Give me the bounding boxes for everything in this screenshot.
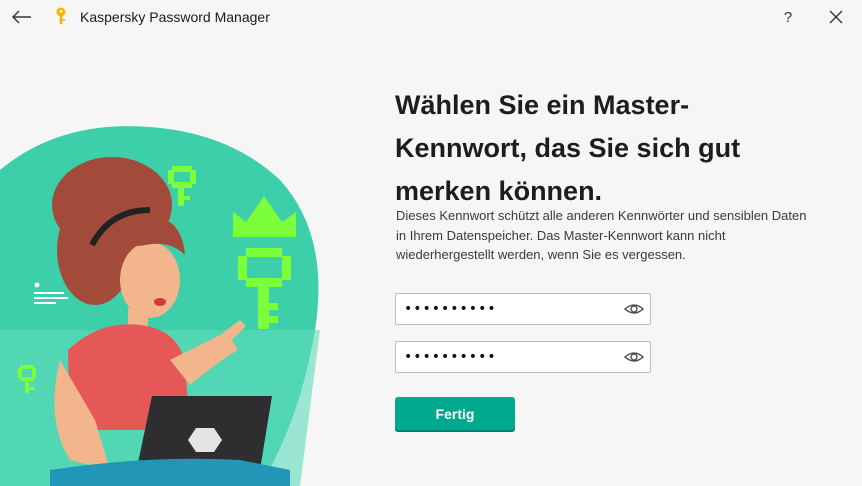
- confirm-password-field[interactable]: [395, 341, 651, 373]
- help-button[interactable]: ?: [776, 5, 800, 29]
- close-button[interactable]: [824, 5, 848, 29]
- show-confirm-password-button[interactable]: [624, 348, 644, 366]
- page-description: Dieses Kennwort schützt alle anderen Ken…: [396, 208, 807, 262]
- close-icon: [829, 10, 843, 24]
- eye-icon: [624, 352, 644, 362]
- master-password-field[interactable]: [395, 293, 651, 325]
- title-bar: Kaspersky Password Manager ?: [0, 0, 862, 34]
- master-password-input[interactable]: [404, 298, 614, 320]
- back-button[interactable]: [8, 5, 36, 29]
- eye-icon: [624, 304, 644, 314]
- done-button[interactable]: Fertig: [395, 397, 515, 430]
- page-heading: Wählen Sie ein Master-Kennwort, das Sie …: [395, 90, 741, 206]
- arrow-left-icon: [12, 10, 31, 24]
- show-password-button[interactable]: [624, 300, 644, 318]
- key-icon: [56, 7, 66, 24]
- woman-laptop-illustration: [0, 126, 320, 486]
- confirm-password-input[interactable]: [404, 346, 614, 368]
- window-title: Kaspersky Password Manager: [80, 9, 270, 25]
